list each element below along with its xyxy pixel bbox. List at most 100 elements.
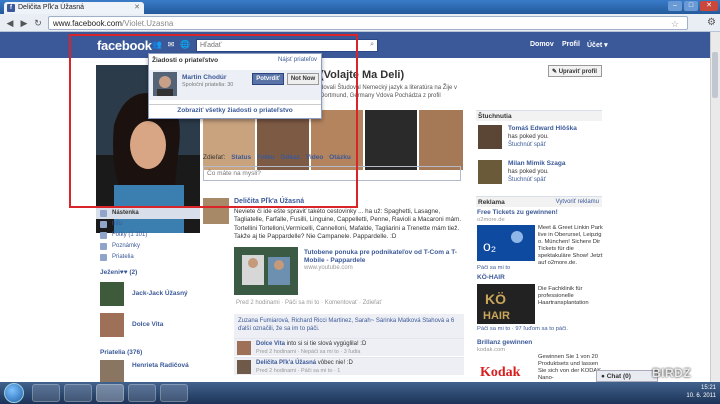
likes-summary[interactable]: Zuzana Fumiarová, Richard Ricci Martinez…: [234, 314, 464, 338]
messages-icon[interactable]: ✉: [166, 40, 176, 50]
requester-name[interactable]: Martin Chodúr: [182, 74, 226, 81]
comment-author[interactable]: Dolce Vita: [256, 341, 285, 347]
scrollbar-thumb[interactable]: [712, 52, 718, 98]
find-friends-link[interactable]: Nájsť priateľov: [278, 57, 317, 63]
ad-like[interactable]: Páči sa mi to: [477, 265, 510, 271]
mail-taskbar-icon[interactable]: [160, 384, 188, 402]
notes-icon: [100, 243, 107, 250]
search-icon[interactable]: ⌕: [370, 41, 374, 49]
nav-notes[interactable]: Poznámky: [96, 241, 200, 252]
friend-requests-icon[interactable]: 👥: [152, 40, 162, 50]
comment-meta[interactable]: Pred 2 hodinami · Páči sa mi to · 1: [256, 368, 340, 374]
maximize-icon[interactable]: □: [684, 1, 698, 11]
forward-icon[interactable]: ▶: [18, 17, 30, 29]
friend-item[interactable]: Dolce Vita: [100, 313, 200, 341]
ad-image[interactable]: o₂: [477, 225, 535, 261]
ad-image[interactable]: KÖ HAIR: [477, 284, 535, 324]
avatar[interactable]: [478, 160, 502, 184]
ad-title[interactable]: KÖ-HAIR: [477, 274, 505, 281]
poke-back-link[interactable]: Štuchnúť späť: [508, 177, 546, 183]
link-thumbnail[interactable]: [234, 247, 298, 295]
post-author[interactable]: Deličita Pľk'a Úžasná: [234, 198, 304, 205]
close-window-icon[interactable]: ✕: [700, 1, 718, 11]
photo-strip-5[interactable]: [419, 110, 463, 170]
not-now-button[interactable]: Not Now: [287, 73, 319, 85]
comment-body: into si si tie slová vygúglila! :D: [286, 341, 367, 347]
share-label: Zdieľať:: [203, 154, 226, 161]
facebook-favicon-icon: f: [7, 4, 15, 12]
comment-body: vôbec nie! :D: [317, 360, 353, 366]
browser-tab[interactable]: f Deličita Pľk'a Úžasná ✕: [4, 2, 144, 14]
comment-author[interactable]: Deličita Pľk'a Úžasná: [256, 360, 316, 366]
share-video[interactable]: Video: [306, 154, 324, 161]
photo-strip-3[interactable]: [311, 110, 363, 170]
search-input[interactable]: Hľadať ⌕: [196, 39, 378, 52]
ad-title[interactable]: Free Tickets zu gewinnen!: [477, 209, 558, 216]
wrench-menu-icon[interactable]: ⚙: [707, 17, 716, 28]
account-menu[interactable]: Účet ▾: [587, 41, 608, 49]
comment-text: Dolce Vita into si si tie slová vygúglil…: [256, 341, 366, 347]
minimize-icon[interactable]: –: [668, 1, 682, 11]
chrome-taskbar-icon[interactable]: [96, 384, 124, 402]
bookmark-star-icon[interactable]: ☆: [671, 19, 679, 30]
poke-name[interactable]: Tomáš Edward Hlôška: [508, 125, 577, 132]
friends-count-title[interactable]: Priatelia (376): [100, 349, 142, 356]
nav-photos[interactable]: Fotky (1 101): [96, 230, 200, 241]
address-bar[interactable]: www.facebook.com/Violet.Uzasna ☆: [48, 16, 688, 30]
avatar[interactable]: [153, 72, 177, 96]
comment: Deličita Pľk'a Úžasná vôbec nie! :D Pred…: [234, 357, 464, 375]
friend-item[interactable]: Jack-Jack Úžasný: [100, 282, 200, 310]
ad-image[interactable]: Kodak: [477, 358, 535, 382]
nav-friends[interactable]: Priatelia: [96, 252, 200, 263]
close-tab-icon[interactable]: ✕: [134, 3, 140, 11]
relationship-title[interactable]: Ježeni♥♥ (2): [100, 269, 137, 276]
avatar[interactable]: [237, 360, 251, 374]
back-icon[interactable]: ◀: [4, 17, 16, 29]
link-title[interactable]: Tutobene ponuka pre podnikateľov od T-Co…: [304, 249, 464, 265]
edit-profile-button[interactable]: ✎ Upraviť profil: [548, 65, 602, 77]
skype-taskbar-icon[interactable]: [128, 384, 156, 402]
ie-taskbar-icon[interactable]: [32, 384, 60, 402]
share-link[interactable]: Odkaz: [280, 154, 300, 161]
share-photo[interactable]: Fotku: [257, 154, 275, 161]
share-question[interactable]: Otázku: [329, 154, 351, 161]
nav-notes-label: Poznámky: [112, 243, 141, 249]
facebook-logo[interactable]: facebook: [97, 38, 152, 53]
profile-link[interactable]: Profil: [562, 41, 580, 48]
facebook-header: facebook 👥 ✉ 🌐 Hľadať ⌕ Domov Profil Úče…: [0, 32, 710, 58]
photo-strip-2[interactable]: [257, 110, 309, 170]
chat-bar[interactable]: ● Chat (0): [596, 370, 658, 382]
left-navigation: Nástenka Info Fotky (1 101) Poznámky Pri…: [96, 208, 200, 263]
ad-title[interactable]: Brillanz gewinnen: [477, 339, 532, 346]
poke-back-link[interactable]: Štuchnúť späť: [508, 142, 546, 148]
avatar[interactable]: [478, 125, 502, 149]
photo-strip-1[interactable]: [203, 110, 255, 170]
system-tray: 15:21 10. 6. 2011: [620, 384, 720, 402]
notifications-icon[interactable]: 🌐: [180, 40, 190, 50]
reload-icon[interactable]: ↻: [32, 17, 44, 29]
avatar[interactable]: [237, 341, 251, 355]
share-bar: Zdieľať: Status Fotku Odkaz Video Otázku: [203, 154, 351, 161]
avatar[interactable]: [203, 198, 229, 224]
mutual-friends[interactable]: Spoloční priatelia: 30: [182, 82, 233, 88]
status-input[interactable]: Čo máte na mysli?: [203, 166, 461, 181]
photo-strip-4[interactable]: [365, 110, 417, 170]
photos-icon: [100, 232, 107, 239]
post-meta[interactable]: Pred 2 hodinami · Páči sa mi to · Koment…: [236, 300, 382, 306]
start-button-icon[interactable]: [4, 383, 24, 403]
ad-text: Gewinnen Sie 1 von 20 Produktsets und la…: [538, 354, 602, 381]
share-status[interactable]: Status: [231, 154, 251, 161]
nav-wall[interactable]: Nástenka: [96, 208, 200, 219]
wall-icon: [100, 210, 107, 217]
create-ad-link[interactable]: Vytvoriť reklamu: [556, 199, 599, 205]
confirm-button[interactable]: Potvrdiť: [252, 73, 284, 85]
nav-info[interactable]: Info: [96, 219, 200, 230]
ad-like[interactable]: Páči sa mi to · 97 ľuďom sa to páči.: [477, 326, 568, 332]
comment-meta[interactable]: Pred 2 hodinami · Nepáči sa mi to · 3 ľu…: [256, 349, 360, 355]
friend-item[interactable]: Henrieta Radičová: [100, 360, 200, 382]
comment-text: Deličita Pľk'a Úžasná vôbec nie! :D: [256, 360, 353, 366]
poke-name[interactable]: Milan Mimik Szaga: [508, 160, 565, 167]
show-all-requests-link[interactable]: Zobraziť všetky žiadosti o priateľstvo: [149, 104, 321, 116]
home-link[interactable]: Domov: [530, 41, 554, 48]
explorer-taskbar-icon[interactable]: [64, 384, 92, 402]
